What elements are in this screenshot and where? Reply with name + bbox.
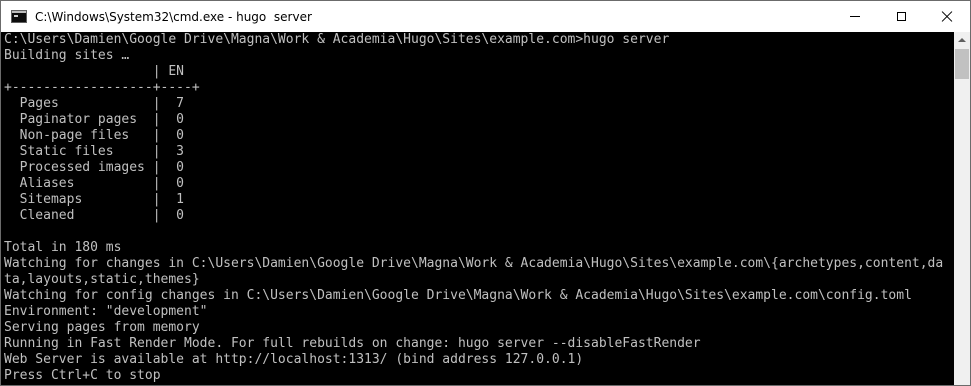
- console-line: Cleaned | 0: [4, 208, 185, 223]
- console-line: C:\Users\Damien\Google Drive\Magna\Work …: [4, 32, 670, 47]
- console-line: Press Ctrl+C to stop: [4, 368, 161, 383]
- scroll-up-arrow-icon[interactable]: [958, 38, 966, 42]
- title-bar[interactable]: C:\Windows\System32\cmd.exe - hugo serve…: [1, 1, 970, 32]
- minimize-icon: [850, 16, 860, 17]
- minimize-button[interactable]: [832, 1, 878, 32]
- maximize-icon: [896, 12, 906, 21]
- console-line: Watching for config changes in C:\Users\…: [4, 288, 912, 303]
- console-line: Paginator pages | 0: [4, 112, 185, 127]
- console-line: +------------------+----+: [4, 80, 200, 95]
- maximize-button[interactable]: [878, 1, 924, 32]
- console-line: Processed images | 0: [4, 160, 185, 175]
- cmd-window: C:\Windows\System32\cmd.exe - hugo serve…: [0, 0, 971, 386]
- window-title: C:\Windows\System32\cmd.exe - hugo serve…: [35, 9, 312, 24]
- vertical-scrollbar[interactable]: [954, 32, 970, 385]
- close-button[interactable]: [924, 1, 970, 32]
- console-line: Web Server is available at http://localh…: [4, 352, 584, 367]
- console-line: ta,layouts,static,themes}: [4, 272, 200, 287]
- console-line: Pages | 7: [4, 96, 185, 111]
- console-line: Environment: "development": [4, 304, 208, 319]
- console-line: Running in Fast Render Mode. For full re…: [4, 336, 701, 351]
- console-output[interactable]: C:\Users\Damien\Google Drive\Magna\Work …: [4, 32, 949, 385]
- close-icon: [941, 11, 953, 23]
- scrollbar-thumb[interactable]: [955, 49, 969, 79]
- cmd-icon[interactable]: [11, 10, 27, 23]
- console-line: Serving pages from memory: [4, 320, 200, 335]
- console-line: Total in 180 ms: [4, 240, 122, 255]
- console-line: Aliases | 0: [4, 176, 185, 191]
- console-line: Watching for changes in C:\Users\Damien\…: [4, 256, 944, 271]
- console-line: | EN: [4, 64, 185, 79]
- console-line: Building sites …: [4, 48, 130, 63]
- console-line: Sitemaps | 1: [4, 192, 185, 207]
- console-line: Non-page files | 0: [4, 128, 185, 143]
- console-line: Static files | 3: [4, 144, 185, 159]
